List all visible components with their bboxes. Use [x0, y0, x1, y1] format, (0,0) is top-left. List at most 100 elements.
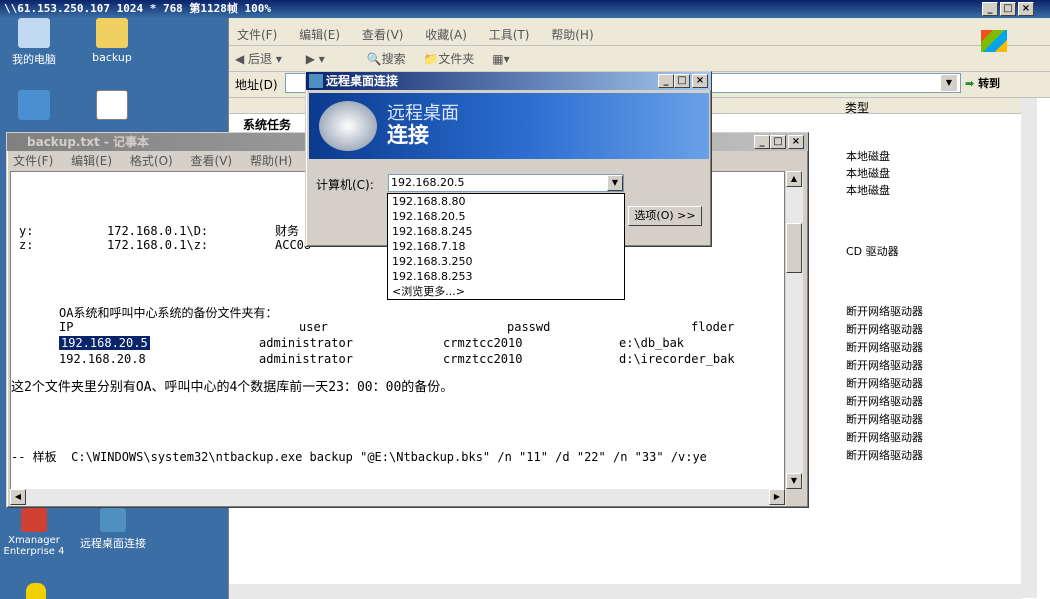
desktop-icon-remote-desktop[interactable]: 远程桌面连接	[72, 508, 154, 551]
np-menu-file[interactable]: 文件(F)	[13, 154, 53, 168]
text-line: user	[299, 320, 328, 334]
notepad-maximize-button[interactable]: □	[770, 135, 786, 149]
drive-type: 断开网络驱动器	[846, 395, 923, 408]
dropdown-item[interactable]: 192.168.3.250	[388, 254, 624, 269]
drive-type: 断开网络驱动器	[846, 305, 923, 318]
text-line: administrator	[259, 352, 353, 366]
drive-type: 断开网络驱动器	[846, 431, 923, 444]
text-line: floder	[691, 320, 735, 334]
desktop-icon-my-computer[interactable]: 我的电脑	[0, 18, 74, 67]
text-line: 财务	[275, 224, 300, 238]
search-button[interactable]: 🔍搜索	[367, 52, 406, 66]
text-line: IP	[59, 320, 74, 334]
dropdown-item[interactable]: 192.168.8.80	[388, 194, 624, 209]
computer-label: 计算机(C):	[316, 178, 374, 192]
notepad-title: backup.txt - 记事本	[27, 135, 150, 149]
help-icon	[26, 583, 46, 599]
np-menu-help[interactable]: 帮助(H)	[250, 154, 292, 168]
views-button[interactable]: ▦▾	[492, 52, 509, 66]
go-button[interactable]: ➡ 转到	[965, 75, 1000, 91]
network-icon	[18, 90, 50, 120]
drive-type: 断开网络驱动器	[846, 341, 923, 354]
maximize-button[interactable]: □	[1000, 2, 1016, 16]
drive-type: 本地磁盘	[846, 184, 890, 197]
xmanager-icon	[21, 508, 47, 532]
notepad-vscrollbar[interactable]: ▲ ▼	[786, 171, 803, 489]
rdp-minimize-button[interactable]: _	[658, 74, 674, 88]
notepad-hscrollbar[interactable]: ◀ ▶	[10, 489, 786, 506]
text-line: z:	[19, 238, 34, 252]
dropdown-browse-more[interactable]: <浏览更多...>	[388, 284, 624, 299]
drive-type: CD 驱动器	[846, 245, 899, 258]
minimize-button[interactable]: _	[982, 2, 998, 16]
dropdown-item[interactable]: 192.168.8.245	[388, 224, 624, 239]
text-line: e:\db_bak	[619, 336, 685, 350]
text-line: 172.168.0.1\D:	[107, 224, 209, 238]
notepad-close-button[interactable]: ×	[788, 135, 804, 149]
text-file-icon	[96, 90, 128, 120]
forward-button[interactable]: ▶ ▾	[306, 52, 325, 66]
drive-type: 本地磁盘	[846, 167, 890, 180]
desktop-icon-xmanager[interactable]: Xmanager Enterprise 4	[0, 508, 74, 557]
drive-type-list: 本地磁盘 本地磁盘 本地磁盘 CD 驱动器 断开网络驱动器 断开网络驱动器 断开…	[836, 98, 1036, 578]
remote-desktop-icon	[100, 508, 126, 532]
text-line: 192.168.20.8	[59, 352, 146, 366]
scroll-down-button[interactable]: ▼	[786, 473, 802, 489]
text-line: administrator	[259, 336, 353, 350]
watermark: www.wooyun.org	[843, 558, 1021, 582]
close-button[interactable]: ×	[1018, 2, 1034, 16]
my-computer-icon	[18, 18, 50, 48]
menu-favorites[interactable]: 收藏(A)	[425, 28, 467, 42]
explorer-toolbar: ◀ 后退 ▾ ▶ ▾ 🔍搜索 📁文件夹 ▦▾	[229, 46, 1050, 72]
np-menu-format[interactable]: 格式(O)	[130, 154, 173, 168]
rdp-satellite-icon	[319, 101, 377, 151]
menu-help[interactable]: 帮助(H)	[551, 28, 593, 42]
scroll-up-button[interactable]: ▲	[786, 171, 802, 187]
address-label: 地址(D)	[235, 78, 278, 92]
explorer-hscrollbar[interactable]	[229, 584, 1021, 599]
text-line: 172.168.0.1\z:	[107, 238, 209, 252]
rdp-banner-subtitle: 连接	[387, 123, 429, 147]
dropdown-item[interactable]: 192.168.7.18	[388, 239, 624, 254]
folder-icon	[96, 18, 128, 48]
menu-tools[interactable]: 工具(T)	[489, 28, 530, 42]
selected-text: 192.168.20.5	[59, 336, 150, 350]
text-line: 这2个文件夹里分别有OA、呼叫中心的4个数据库前一天23：00：00的备份。	[11, 380, 454, 395]
rdp-banner: 远程桌面 连接	[309, 93, 709, 159]
notepad-minimize-button[interactable]: _	[754, 135, 770, 149]
options-button[interactable]: 选项(O) >>	[628, 206, 702, 226]
combobox-dropdown-button[interactable]: ▼	[607, 175, 623, 191]
drive-type: 断开网络驱动器	[846, 323, 923, 336]
text-line: OA系统和呼叫中心系统的备份文件夹有：	[59, 306, 278, 320]
remote-session-titlebar: \\61.153.250.107 1024 * 768 第1128帧 100%	[0, 0, 1050, 18]
rdp-close-button[interactable]: ×	[692, 74, 708, 88]
rdp-titlebar[interactable]: 远程桌面连接	[306, 72, 711, 90]
np-menu-view[interactable]: 查看(V)	[191, 154, 233, 168]
menu-file[interactable]: 文件(F)	[237, 28, 277, 42]
scroll-thumb[interactable]	[786, 223, 802, 273]
explorer-menubar: 文件(F) 编辑(E) 查看(V) 收藏(A) 工具(T) 帮助(H)	[229, 24, 1050, 46]
np-menu-edit[interactable]: 编辑(E)	[71, 154, 112, 168]
drive-type: 断开网络驱动器	[846, 449, 923, 462]
text-line: -- 样板 C:\WINDOWS\system32\ntbackup.exe b…	[11, 450, 707, 464]
address-dropdown[interactable]: ▼	[941, 75, 957, 91]
drive-type: 本地磁盘	[846, 150, 890, 163]
desktop-icon-backup-txt[interactable]	[72, 90, 152, 123]
text-line: crmztcc2010	[443, 336, 523, 350]
scroll-left-button[interactable]: ◀	[10, 489, 26, 505]
scroll-right-button[interactable]: ▶	[769, 489, 785, 505]
drive-type: 断开网络驱动器	[846, 377, 923, 390]
dropdown-item[interactable]: 192.168.20.5	[388, 209, 624, 224]
rdp-maximize-button[interactable]: □	[674, 74, 690, 88]
menu-view[interactable]: 查看(V)	[362, 28, 404, 42]
desktop-icon-network[interactable]	[0, 90, 74, 123]
menu-edit[interactable]: 编辑(E)	[299, 28, 340, 42]
computer-combobox[interactable]: 192.168.20.5 ▼	[388, 174, 624, 192]
rdp-app-icon	[309, 74, 323, 88]
desktop-icon-backup[interactable]: backup	[72, 18, 152, 64]
text-line: y:	[19, 224, 34, 238]
back-button[interactable]: ◀ 后退 ▾	[235, 52, 282, 66]
dropdown-item[interactable]: 192.168.8.253	[388, 269, 624, 284]
text-line: d:\irecorder_bak	[619, 352, 735, 366]
folders-button[interactable]: 📁文件夹	[423, 52, 474, 66]
